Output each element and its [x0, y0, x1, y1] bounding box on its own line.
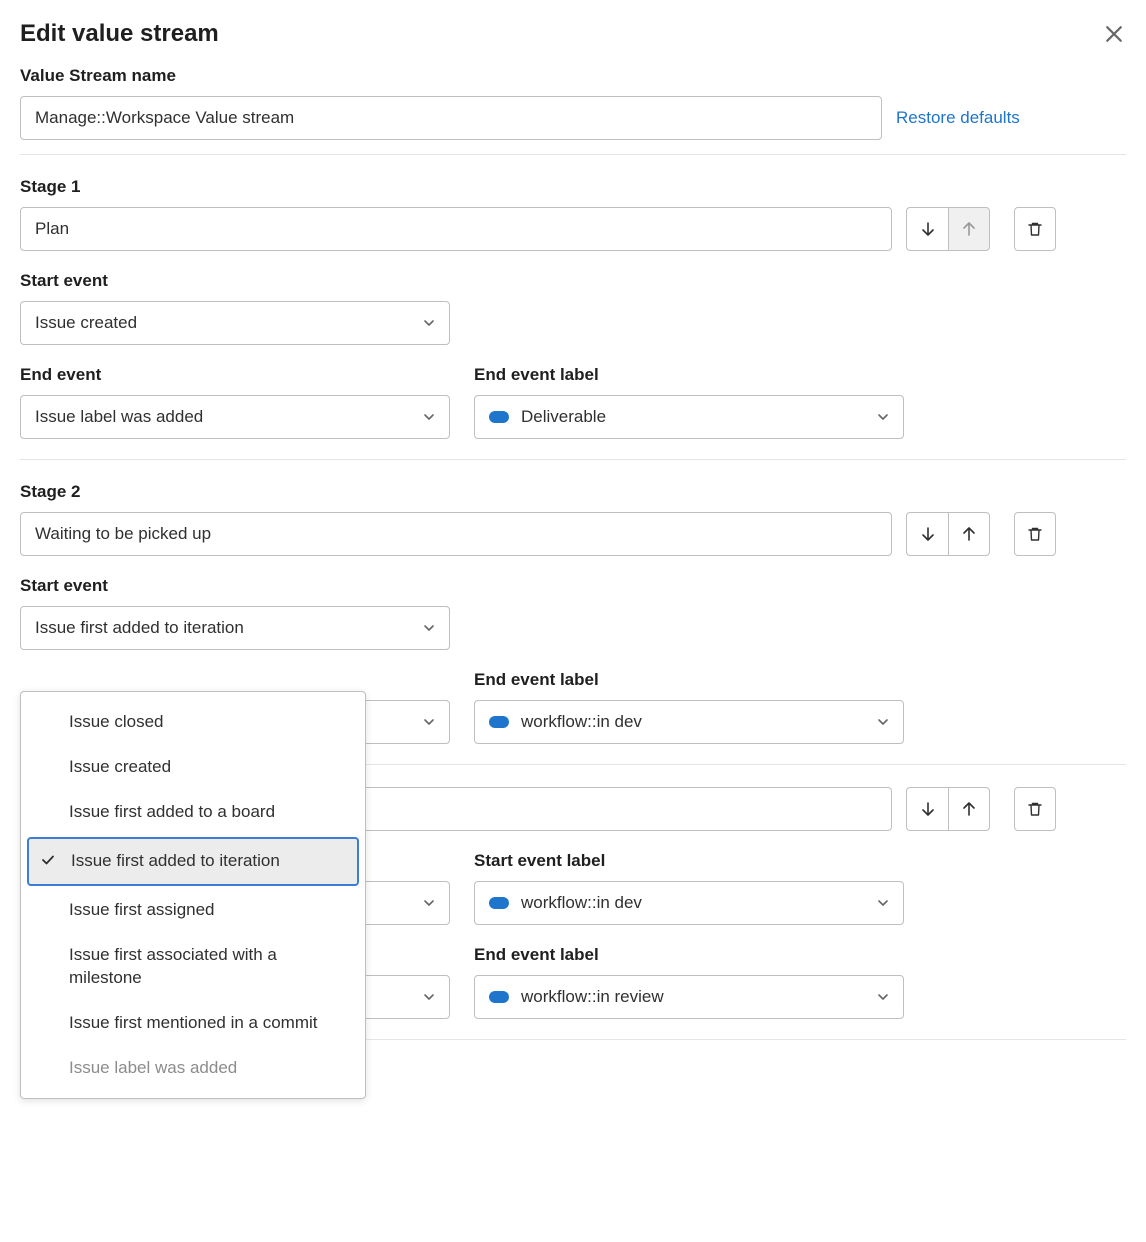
stage-1-delete-button[interactable] [1014, 207, 1056, 251]
value-stream-name-label: Value Stream name [20, 66, 1126, 86]
stage-2-start-event-label: Start event [20, 576, 450, 596]
label-badge-icon [489, 991, 509, 1003]
chevron-down-icon [877, 716, 889, 728]
stage-1-label: Stage 1 [20, 177, 1126, 197]
stage-3-delete-button[interactable] [1014, 787, 1056, 831]
stage-3-end-event-badge-select[interactable]: workflow::in review [474, 975, 904, 1019]
select-value: Deliverable [521, 407, 606, 427]
label-badge-icon [489, 897, 509, 909]
arrow-down-icon [920, 801, 936, 817]
stage-1-end-event-badge-label: End event label [474, 365, 904, 385]
page-title: Edit value stream [20, 20, 219, 48]
stage-3-start-event-badge-select[interactable]: workflow::in dev [474, 881, 904, 925]
stage-1-move-down-button[interactable] [906, 207, 948, 251]
close-icon [1105, 25, 1123, 43]
select-value: Issue created [35, 313, 137, 333]
arrow-up-icon [961, 221, 977, 237]
arrow-up-icon [961, 801, 977, 817]
select-value: Issue first added to iteration [35, 618, 244, 638]
label-badge-icon [489, 716, 509, 728]
stage-2-end-event-badge-label: End event label [474, 670, 904, 690]
stage-3-move-down-button[interactable] [906, 787, 948, 831]
stage-2-start-event-select[interactable]: Issue first added to iteration [20, 606, 450, 650]
label-badge-icon [489, 411, 509, 423]
stage-1-move-up-button[interactable] [948, 207, 990, 251]
chevron-down-icon [423, 991, 435, 1003]
stage-2-move-up-button[interactable] [948, 512, 990, 556]
select-value: Issue label was added [35, 407, 203, 427]
check-icon [41, 853, 55, 867]
stage-1-start-event-label: Start event [20, 271, 450, 291]
chevron-down-icon [423, 716, 435, 728]
stage-2-name-input[interactable] [20, 512, 892, 556]
dropdown-item-issue-closed[interactable]: Issue closed [21, 700, 365, 745]
stage-3-end-event-badge-label: End event label [474, 945, 904, 965]
stage-1-end-event-badge-select[interactable]: Deliverable [474, 395, 904, 439]
dropdown-item-issue-label-added[interactable]: Issue label was added [21, 1046, 365, 1091]
chevron-down-icon [423, 317, 435, 329]
chevron-down-icon [877, 991, 889, 1003]
stage-2-end-event-badge-select[interactable]: workflow::in dev [474, 700, 904, 744]
select-value: workflow::in dev [521, 712, 642, 732]
select-value: workflow::in dev [521, 893, 642, 913]
arrow-up-icon [961, 526, 977, 542]
trash-icon [1027, 221, 1043, 237]
dropdown-item-issue-first-assigned[interactable]: Issue first assigned [21, 888, 365, 933]
divider [20, 459, 1126, 460]
chevron-down-icon [423, 897, 435, 909]
stage-1-end-event-label: End event [20, 365, 450, 385]
stage-2-delete-button[interactable] [1014, 512, 1056, 556]
stage-2-move-down-button[interactable] [906, 512, 948, 556]
restore-defaults-button[interactable]: Restore defaults [896, 108, 1020, 128]
stage-3-start-event-badge-label: Start event label [474, 851, 904, 871]
arrow-down-icon [920, 526, 936, 542]
divider [20, 154, 1126, 155]
chevron-down-icon [423, 411, 435, 423]
stage-2-label: Stage 2 [20, 482, 1126, 502]
stage-1-start-event-select[interactable]: Issue created [20, 301, 450, 345]
dropdown-item-issue-first-added-board[interactable]: Issue first added to a board [21, 790, 365, 835]
chevron-down-icon [877, 411, 889, 423]
select-value: workflow::in review [521, 987, 664, 1007]
chevron-down-icon [877, 897, 889, 909]
trash-icon [1027, 801, 1043, 817]
arrow-down-icon [920, 221, 936, 237]
value-stream-name-input[interactable] [20, 96, 882, 140]
close-button[interactable] [1102, 22, 1126, 46]
stage-1-end-event-select[interactable]: Issue label was added [20, 395, 450, 439]
dropdown-item-issue-first-added-iteration[interactable]: Issue first added to iteration [27, 837, 359, 886]
chevron-down-icon [423, 622, 435, 634]
dropdown-item-issue-first-mentioned[interactable]: Issue first mentioned in a commit [21, 1001, 365, 1046]
stage-1-name-input[interactable] [20, 207, 892, 251]
dropdown-item-label: Issue first added to iteration [71, 851, 280, 870]
dropdown-item-issue-first-milestone[interactable]: Issue first associated with a milestone [21, 933, 365, 1001]
start-event-dropdown-menu: Issue closed Issue created Issue first a… [20, 691, 366, 1099]
trash-icon [1027, 526, 1043, 542]
dropdown-item-issue-created[interactable]: Issue created [21, 745, 365, 790]
stage-3-move-up-button[interactable] [948, 787, 990, 831]
